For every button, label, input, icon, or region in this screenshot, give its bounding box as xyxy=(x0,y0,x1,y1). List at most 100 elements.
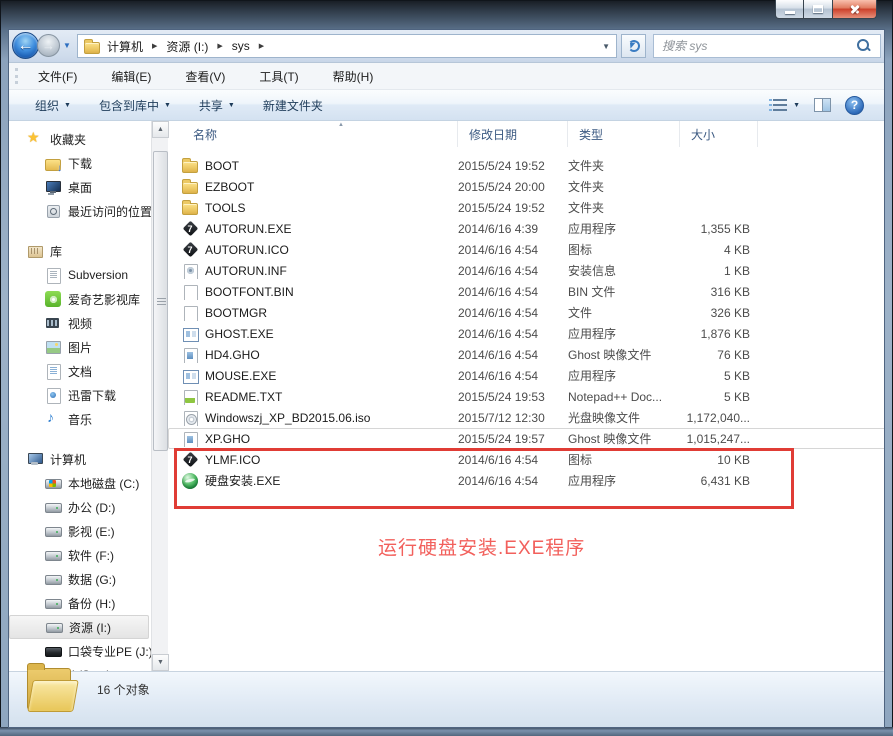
file-type-cell: 应用程序 xyxy=(568,472,680,489)
sidebar-item[interactable]: 桌面 xyxy=(9,175,151,199)
back-button[interactable]: ← xyxy=(12,32,39,59)
include-in-library-button[interactable]: 包含到库中▼ xyxy=(91,92,179,119)
sidebar-item[interactable]: 办公 (D:) xyxy=(9,495,151,519)
organize-button[interactable]: 组织▼ xyxy=(27,92,79,119)
breadcrumb-item[interactable]: 计算机 ▶ xyxy=(104,35,163,57)
menu-edit[interactable]: 编辑(E) xyxy=(101,64,161,89)
help-button[interactable]: ? xyxy=(845,96,864,115)
disk-icon xyxy=(45,595,61,611)
sidebar-item[interactable]: Subversion xyxy=(9,263,151,287)
breadcrumb-separator-icon: ▶ xyxy=(146,42,163,50)
menu-help[interactable]: 帮助(H) xyxy=(323,64,384,89)
history-dropdown-icon[interactable]: ▼ xyxy=(63,41,71,50)
new-folder-button[interactable]: 新建文件夹 xyxy=(255,92,331,119)
column-header-date[interactable]: 修改日期 xyxy=(458,121,568,147)
file-icon xyxy=(182,284,198,300)
sidebar-item[interactable]: 下载 xyxy=(9,151,151,175)
dropdown-arrow-icon: ▼ xyxy=(64,102,71,109)
breadcrumb-item[interactable]: 资源 (I:) ▶ xyxy=(163,35,228,57)
sidebar-item[interactable]: 软件 (F:) xyxy=(9,543,151,567)
file-row[interactable]: BOOTFONT.BIN 2014/6/16 4:54 BIN 文件 316 K… xyxy=(168,281,884,302)
file-row[interactable]: BOOT 2015/5/24 19:52 文件夹 xyxy=(168,155,884,176)
computer-icon xyxy=(27,451,43,467)
sidebar-item[interactable]: 库 xyxy=(9,239,151,263)
refresh-button[interactable] xyxy=(621,34,646,58)
search-icon[interactable] xyxy=(856,38,872,54)
forward-arrow-icon: → xyxy=(38,35,59,56)
green-icon xyxy=(182,473,198,489)
file-row[interactable]: GHOST.EXE 2014/6/16 4:54 应用程序 1,876 KB xyxy=(168,323,884,344)
sidebar-item[interactable]: 图片 xyxy=(9,335,151,359)
file-row[interactable]: 硬盘安装.EXE 2014/6/16 4:54 应用程序 6,431 KB xyxy=(168,470,884,491)
menu-file[interactable]: 文件(F) xyxy=(28,64,87,89)
sidebar-scrollbar[interactable]: ▲ ▼ xyxy=(151,121,168,671)
column-header-type[interactable]: 类型 xyxy=(568,121,680,147)
sidebar-item[interactable]: 本地磁盘 (C:) xyxy=(9,471,151,495)
file-size-cell: 326 KB xyxy=(680,306,758,320)
sidebar-item[interactable]: 资源 (I:) xyxy=(9,615,149,639)
file-row[interactable]: AUTORUN.ICO 2014/6/16 4:54 图标 4 KB xyxy=(168,239,884,260)
sidebar-item[interactable]: 迅雷下载 xyxy=(9,383,151,407)
sidebar-item[interactable]: 音乐 xyxy=(9,407,151,431)
file-row[interactable]: Windowszj_XP_BD2015.06.iso 2015/7/12 12:… xyxy=(168,407,884,428)
menu-view[interactable]: 查看(V) xyxy=(175,64,235,89)
maximize-icon xyxy=(813,5,823,13)
gho-icon xyxy=(182,347,198,363)
scrollbar-thumb[interactable] xyxy=(153,151,168,451)
file-size-cell: 1,355 KB xyxy=(680,222,758,236)
sidebar-item[interactable]: 备份 (H:) xyxy=(9,591,151,615)
file-size-cell: 4 KB xyxy=(680,243,758,257)
forward-button[interactable]: → xyxy=(37,34,60,57)
file-size-cell: 5 KB xyxy=(680,390,758,404)
minimize-button[interactable] xyxy=(775,0,804,19)
menu-tools[interactable]: 工具(T) xyxy=(249,64,308,89)
file-row[interactable]: TOOLS 2015/5/24 19:52 文件夹 xyxy=(168,197,884,218)
file-row[interactable]: README.TXT 2015/5/24 19:53 Notepad++ Doc… xyxy=(168,386,884,407)
share-button[interactable]: 共享▼ xyxy=(191,92,243,119)
file-row[interactable]: HD4.GHO 2014/6/16 4:54 Ghost 映像文件 76 KB xyxy=(168,344,884,365)
file-type-cell: 文件夹 xyxy=(568,157,680,174)
file-row[interactable]: MOUSE.EXE 2014/6/16 4:54 应用程序 5 KB xyxy=(168,365,884,386)
address-bar[interactable]: 计算机 ▶ 资源 (I:) ▶ sys ▶ ▼ xyxy=(77,34,617,58)
maximize-button[interactable] xyxy=(804,0,832,19)
column-header-size[interactable]: 大小 xyxy=(680,121,758,147)
file-list: ▲ 名称 修改日期 类型 大小 BOOT 2015/5/24 19:52 文件夹… xyxy=(168,121,884,671)
file-row[interactable]: BOOTMGR 2014/6/16 4:54 文件 326 KB xyxy=(168,302,884,323)
file-size-cell: 316 KB xyxy=(680,285,758,299)
sidebar-item[interactable]: 最近访问的位置 xyxy=(9,199,151,223)
file-name-cell: AUTORUN.INF xyxy=(182,263,458,279)
scroll-up-button[interactable]: ▲ xyxy=(152,121,169,138)
file-row[interactable]: AUTORUN.EXE 2014/6/16 4:39 应用程序 1,355 KB xyxy=(168,218,884,239)
search-box xyxy=(653,34,881,58)
explorer-window: ← → ▼ 计算机 ▶ 资源 (I:) ▶ sys ▶ ▼ 文件(F) 编辑(E… xyxy=(0,0,893,736)
close-button[interactable] xyxy=(832,0,877,19)
breadcrumb-item[interactable]: sys ▶ xyxy=(229,35,270,57)
sidebar-item[interactable]: 计算机 xyxy=(9,447,151,471)
file-date-cell: 2015/5/24 19:57 xyxy=(458,432,568,446)
sidebar-item[interactable]: 数据 (G:) xyxy=(9,567,151,591)
file-row[interactable]: AUTORUN.INF 2014/6/16 4:54 安装信息 1 KB xyxy=(168,260,884,281)
sidebar-item[interactable]: 影视 (E:) xyxy=(9,519,151,543)
sidebar-item[interactable]: 收藏夹 xyxy=(9,127,151,151)
change-view-button[interactable]: ▼ xyxy=(773,99,800,111)
sidebar-item[interactable]: 文档 xyxy=(9,359,151,383)
library-icon xyxy=(27,243,43,259)
navigation-pane: 收藏夹 下载 桌面 最近访问的位置 库 Subversion 爱奇艺影视库 视频… xyxy=(9,121,151,671)
folder-icon xyxy=(182,161,198,173)
file-row[interactable]: YLMF.ICO 2014/6/16 4:54 图标 10 KB xyxy=(168,449,884,470)
address-dropdown-icon[interactable]: ▼ xyxy=(602,42,612,51)
column-header-name[interactable]: 名称 xyxy=(182,121,458,147)
minimize-icon xyxy=(785,11,795,14)
file-date-cell: 2014/6/16 4:54 xyxy=(458,306,568,320)
file-row[interactable]: XP.GHO 2015/5/24 19:57 Ghost 映像文件 1,015,… xyxy=(168,428,884,449)
search-input[interactable] xyxy=(654,39,856,53)
file-row[interactable]: EZBOOT 2015/5/24 20:00 文件夹 xyxy=(168,176,884,197)
titlebar[interactable] xyxy=(0,0,893,30)
sidebar-item[interactable]: 爱奇艺影视库 xyxy=(9,287,151,311)
preview-pane-button[interactable] xyxy=(814,98,831,112)
disk-icon xyxy=(45,547,61,563)
scroll-down-button[interactable]: ▼ xyxy=(152,654,169,671)
sort-ascending-icon: ▲ xyxy=(338,122,344,128)
view-controls: ▼ ? xyxy=(773,96,884,115)
sidebar-item[interactable]: 视频 xyxy=(9,311,151,335)
